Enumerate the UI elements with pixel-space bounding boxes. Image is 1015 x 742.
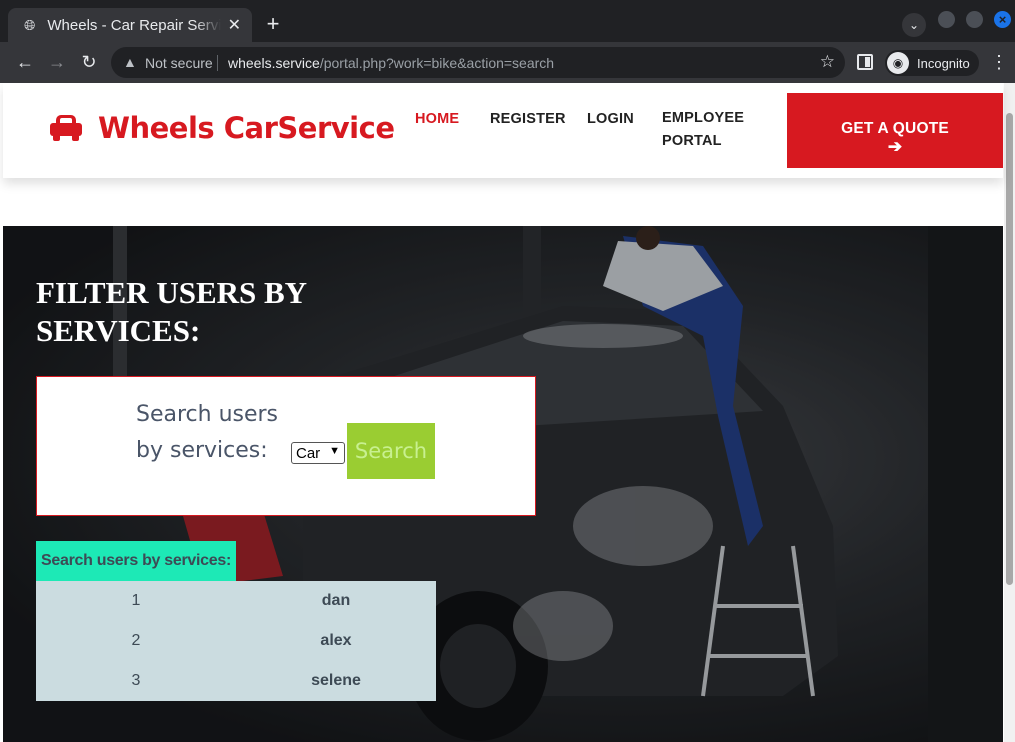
results-header: Search users by services:: [36, 541, 236, 581]
user-id: 1: [131, 592, 141, 609]
tab-search-chevron-icon[interactable]: ⌄: [902, 13, 926, 37]
incognito-indicator[interactable]: ◉ Incognito: [885, 50, 979, 76]
browser-tab-strip: 🌐︎ Wheels - Car Repair Service ✕ + ⌄ ×: [0, 0, 1015, 42]
table-row: 3 selene: [36, 661, 436, 701]
search-button[interactable]: Search: [347, 423, 435, 479]
page-scrollbar[interactable]: [1004, 83, 1015, 742]
car-icon: [50, 115, 84, 141]
url-text[interactable]: wheels.service/portal.php?work=bike&acti…: [228, 55, 554, 71]
table-row: 1 dan: [36, 581, 436, 621]
bookmark-star-icon[interactable]: ☆: [820, 52, 835, 72]
table-row: 2 alex: [36, 621, 436, 661]
minimize-button[interactable]: [938, 11, 955, 28]
nav-register[interactable]: REGISTER: [490, 111, 566, 127]
close-window-button[interactable]: ×: [994, 11, 1011, 28]
user-id: 2: [131, 632, 141, 649]
kebab-menu-icon[interactable]: ⋮: [990, 51, 1008, 73]
security-label[interactable]: Not secure: [145, 55, 213, 71]
nav-home[interactable]: HOME: [415, 111, 459, 127]
page-viewport: Wheels CarService HOME REGISTER LOGIN EM…: [0, 83, 1015, 742]
user-name: alex: [320, 632, 352, 649]
url-path: /portal.php?work=bike&action=search: [319, 55, 555, 71]
arrow-right-icon: ➔: [887, 137, 903, 156]
reload-icon[interactable]: ↻: [77, 50, 101, 74]
selected-service: Car: [296, 444, 321, 462]
side-panel-icon[interactable]: [857, 54, 873, 70]
nav-login[interactable]: LOGIN: [587, 111, 634, 127]
address-bar[interactable]: ▲ Not secure wheels.service/portal.php?w…: [111, 47, 845, 78]
incognito-label: Incognito: [917, 55, 970, 71]
search-label: Search users by services:: [136, 402, 279, 463]
search-form: Search users by services: Car ▼ Search: [36, 376, 536, 516]
warning-icon[interactable]: ▲: [123, 54, 137, 70]
service-select[interactable]: Car ▼: [291, 442, 345, 464]
omnibox-divider: [217, 55, 218, 71]
globe-icon: 🌐︎: [24, 17, 36, 33]
tab-title: Wheels - Car Repair Service: [47, 16, 221, 34]
hero-section: FILTER USERS BY SERVICES: Search users b…: [3, 226, 1003, 742]
browser-toolbar: ← → ↻ ▲ Not secure wheels.service/portal…: [0, 42, 1015, 83]
page-title: FILTER USERS BY SERVICES:: [36, 275, 306, 348]
brand-name: Wheels CarService: [98, 111, 395, 145]
url-host: wheels.service: [228, 55, 320, 71]
get-a-quote-button[interactable]: GET A QUOTE ➔: [787, 93, 1003, 168]
incognito-icon: ◉: [887, 52, 909, 74]
user-name: selene: [311, 672, 361, 689]
brand-logo[interactable]: Wheels CarService: [50, 111, 395, 145]
browser-tab[interactable]: 🌐︎ Wheels - Car Repair Service ✕: [8, 8, 252, 42]
quote-label: GET A QUOTE: [841, 120, 949, 137]
forward-arrow-icon[interactable]: →: [45, 50, 69, 74]
user-id: 3: [131, 672, 141, 689]
maximize-button[interactable]: [966, 11, 983, 28]
user-name: dan: [321, 592, 351, 609]
scrollbar-thumb[interactable]: [1006, 113, 1013, 585]
back-arrow-icon[interactable]: ←: [13, 50, 37, 74]
site-header: Wheels CarService HOME REGISTER LOGIN EM…: [3, 83, 1003, 178]
results-table: 1 dan 2 alex 3 selene: [36, 581, 436, 701]
close-tab-icon[interactable]: ✕: [227, 15, 242, 35]
nav-employee-portal[interactable]: EMPLOYEE PORTAL: [662, 107, 762, 153]
chevron-down-icon: ▼: [329, 445, 340, 457]
new-tab-button[interactable]: +: [262, 13, 284, 35]
